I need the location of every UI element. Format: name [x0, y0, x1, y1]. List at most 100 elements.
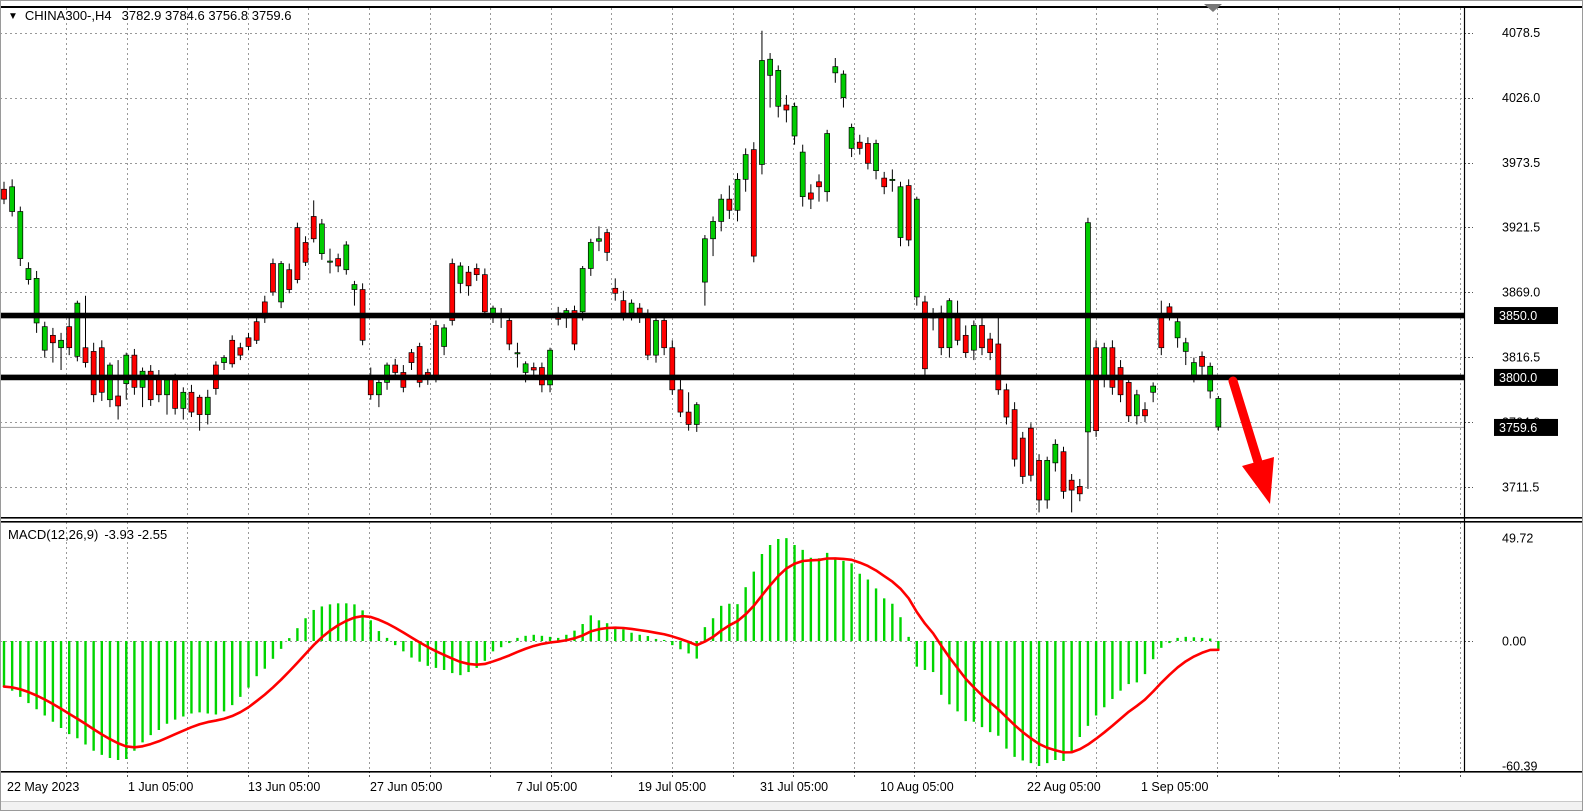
candle-body-up: [914, 199, 919, 297]
collapse-triangle-icon[interactable]: ▼: [8, 11, 18, 22]
candle-body-down: [955, 316, 960, 341]
candle-body-down: [1126, 382, 1131, 415]
macd-values: -3.93 -2.55: [104, 527, 167, 542]
candle-body-down: [482, 275, 487, 312]
candle-body-up: [719, 199, 724, 221]
candle-body-down: [865, 143, 870, 163]
candle-body-down: [817, 182, 822, 187]
candle-body-down: [1020, 438, 1025, 476]
candle-body-down: [1094, 348, 1099, 431]
price-chart-canvas[interactable]: 4078.54026.03973.53921.53869.03816.53764…: [0, 0, 1583, 811]
candle-body-down: [1061, 452, 1066, 492]
candle-body-up: [181, 392, 186, 408]
macd-tick-label: 49.72: [1502, 532, 1533, 546]
candle-body-up: [26, 268, 31, 279]
candle-body-up: [588, 242, 593, 268]
macd-tick-label: 0.00: [1502, 635, 1526, 649]
candle-body-down: [1110, 348, 1115, 388]
candle-body-up: [1053, 444, 1058, 463]
candle-body-up: [841, 74, 846, 98]
candle-body-up: [59, 340, 64, 347]
candle-body-up: [1151, 386, 1156, 392]
candle-body-up: [165, 380, 170, 395]
horizontal-level-line[interactable]: [0, 313, 1464, 319]
candle-body-down: [784, 105, 789, 110]
candle-body-up: [279, 264, 284, 302]
chart-background: [0, 0, 1583, 811]
candle-body-down: [605, 233, 610, 253]
candle-body-down: [287, 270, 292, 290]
candle-body-up: [107, 365, 112, 400]
candle-body-down: [1012, 410, 1017, 460]
time-tick-label: 7 Jul 05:00: [516, 780, 577, 794]
candle-body-up: [222, 358, 227, 363]
candle-body-up: [1134, 395, 1139, 416]
candle-body-up: [458, 266, 463, 283]
candle-body-up: [874, 143, 879, 170]
candle-body-down: [230, 340, 235, 364]
time-tick-label: 10 Aug 05:00: [880, 780, 954, 794]
candle-body-up: [580, 268, 585, 311]
time-tick-label: 22 May 2023: [7, 780, 79, 794]
candle-body-up: [75, 303, 80, 356]
candle-body-up: [654, 320, 659, 355]
candle-body-up: [1045, 460, 1050, 500]
candle-body-down: [173, 380, 178, 408]
price-tick-label: 3869.0: [1502, 286, 1540, 300]
candle-body-up: [596, 239, 601, 241]
candle-body-down: [922, 302, 927, 369]
candle-body-down: [1143, 410, 1148, 416]
candle-body-up: [344, 245, 349, 270]
candle-body-down: [474, 268, 479, 274]
candle-body-up: [352, 285, 357, 290]
candle-body-down: [857, 142, 862, 148]
candle-body-down: [50, 335, 55, 342]
candle-body-up: [776, 70, 781, 106]
horizontal-level-line[interactable]: [0, 375, 1464, 381]
price-badge-label: 3759.6: [1499, 421, 1537, 435]
candle-body-down: [433, 325, 438, 377]
time-tick-label: 22 Aug 05:00: [1027, 780, 1101, 794]
time-tick-label: 19 Jul 05:00: [638, 780, 706, 794]
candle-body-down: [83, 348, 88, 363]
price-tick-label: 3816.5: [1502, 351, 1540, 365]
candle-body-down: [295, 228, 300, 280]
candle-body-down: [1159, 314, 1164, 347]
candle-body-down: [246, 338, 251, 347]
candle-body-down: [963, 335, 968, 352]
candle-body-down: [409, 353, 414, 363]
price-tick-label: 4078.5: [1502, 26, 1540, 40]
candle-body-up: [694, 405, 699, 425]
candle-body-down: [621, 301, 626, 313]
candle-body-up: [702, 239, 707, 282]
candle-body-down: [189, 392, 194, 412]
candle-body-down: [99, 348, 104, 393]
candle-body-down: [450, 264, 455, 321]
time-tick-label: 13 Jun 05:00: [248, 780, 320, 794]
candle-body-up: [515, 353, 520, 354]
macd-indicator-label: MACD(12,26,9)-3.93 -2.55: [8, 527, 173, 542]
price-tick-label: 3711.5: [1502, 481, 1539, 495]
candle-body-up: [792, 106, 797, 136]
candle-body-down: [808, 193, 813, 199]
candle-body-down: [996, 344, 1001, 390]
candle-body-down: [238, 348, 243, 355]
candle-body-down: [1069, 480, 1074, 490]
candle-body-up: [1102, 348, 1107, 379]
candle-body-up: [759, 60, 764, 164]
candle-body-down: [531, 368, 536, 370]
time-tick-label: 27 Jun 05:00: [370, 780, 442, 794]
candle-body-down: [2, 189, 7, 199]
candle-body-up: [629, 303, 634, 313]
candle-body-down: [393, 365, 398, 372]
candle-body-down: [1037, 460, 1042, 500]
candle-body-up: [825, 134, 830, 192]
candle-body-up: [833, 67, 838, 73]
candle-body-down: [507, 320, 512, 344]
price-tick-label: 3973.5: [1502, 156, 1540, 170]
candle-body-up: [711, 221, 716, 238]
candle-body-up: [42, 327, 47, 351]
candle-body-up: [1183, 343, 1188, 352]
macd-tick-label: -60.39: [1502, 760, 1537, 774]
candle-body-down: [751, 150, 756, 256]
